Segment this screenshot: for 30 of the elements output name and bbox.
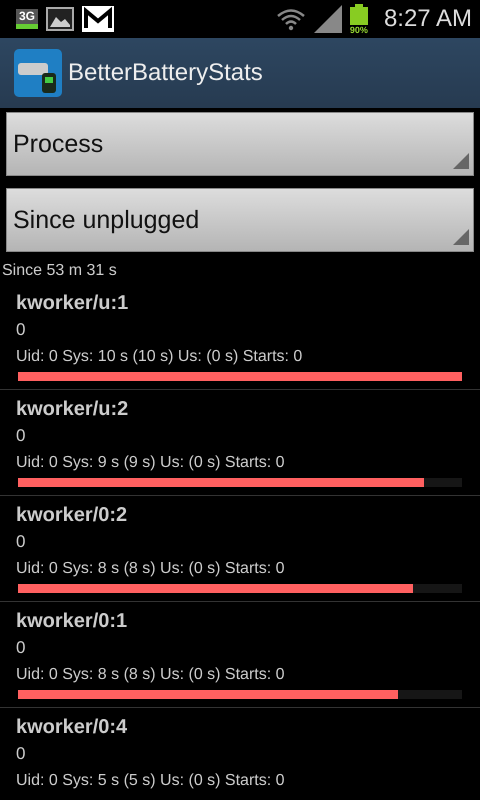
battery-icon (350, 4, 368, 24)
dropdown[interactable]: Since unplugged (6, 188, 474, 252)
dropdown[interactable]: Process (6, 112, 474, 176)
process-name: kworker/0:4 (16, 715, 128, 740)
app-icon (14, 49, 62, 97)
process-details: Uid: 0 Sys: 8 s (8 s) Us: (0 s) Starts: 0 (16, 559, 286, 579)
process-name: kworker/0:1 (16, 609, 128, 634)
app-title: BetterBatteryStats (68, 59, 263, 87)
process-value: 0 (16, 425, 26, 447)
process-name: kworker/0:2 (16, 503, 128, 528)
since-label: Since 53 m 31 s (1, 261, 118, 281)
dropdown-corner-icon (453, 153, 469, 169)
picture-icon (46, 7, 74, 31)
wifi-icon (276, 7, 306, 31)
process-value: 0 (16, 743, 26, 765)
process-details: Uid: 0 Sys: 10 s (10 s) Us: (0 s) Starts: 0 (16, 347, 304, 367)
process-value: 0 (16, 531, 26, 553)
dropdown-corner-icon (453, 229, 469, 245)
process-name: kworker/u:1 (16, 291, 130, 316)
process-details: Uid: 0 Sys: 8 s (8 s) Us: (0 s) Starts: 0 (16, 665, 286, 685)
process-value: 0 (16, 319, 26, 341)
mail-icon (82, 6, 114, 32)
process-details: Uid: 0 Sys: 9 s (9 s) Us: (0 s) Starts: 0 (16, 453, 286, 473)
network-3g-icon: 3G (16, 9, 38, 29)
process-details: Uid: 0 Sys: 5 s (5 s) Us: (0 s) Starts: 0 (16, 771, 286, 791)
battery-percent: 90% (350, 24, 368, 34)
signal-icon (314, 5, 342, 33)
process-name: kworker/u:2 (16, 397, 130, 422)
process-value: 0 (16, 637, 26, 659)
clock: 8:27 AM (384, 5, 472, 33)
